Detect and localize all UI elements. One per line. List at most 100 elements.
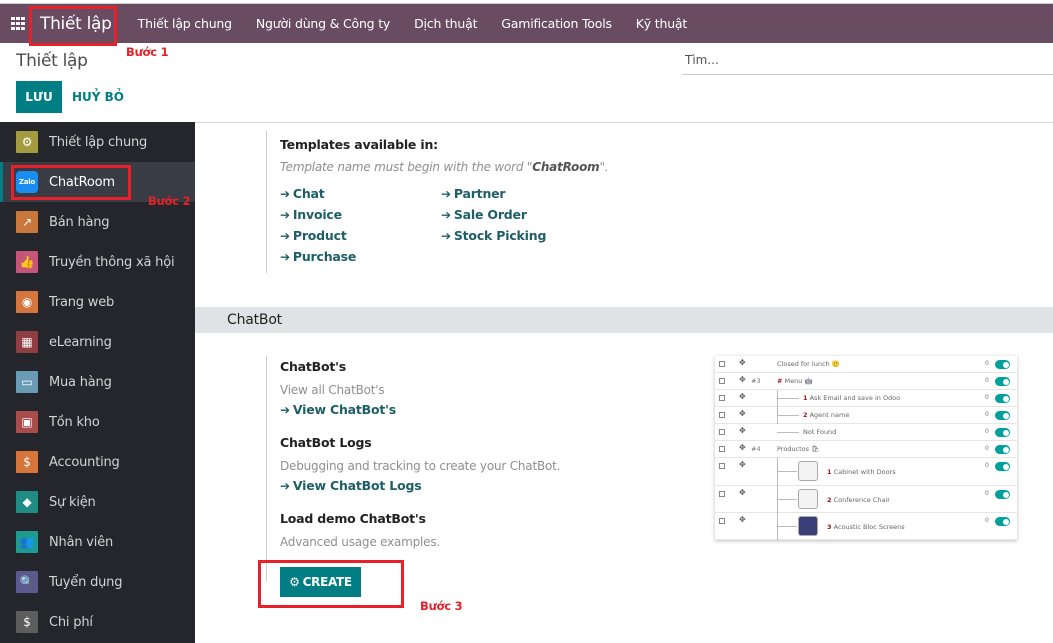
box-icon: ▣: [16, 411, 38, 433]
template-link-invoice[interactable]: ➔ Invoice: [280, 207, 441, 222]
preview-row: ✥ 1 Ask Email and save in Odoo 0: [715, 390, 1017, 407]
active-toggle: [995, 394, 1010, 403]
sidebar-item-nh-n-vi-n[interactable]: 👥 Nhân viên: [0, 522, 195, 562]
arrow-right-icon: ➔: [280, 478, 290, 493]
active-toggle: [995, 360, 1010, 369]
chatbot-logs-description: Debugging and tracking to create your Ch…: [280, 459, 561, 473]
tree-connector: [777, 471, 797, 472]
drag-handle-icon: ✥: [739, 358, 746, 367]
product-thumbnail: [798, 516, 818, 536]
active-toggle: [995, 428, 1010, 437]
menu-translations[interactable]: Dịch thuật: [402, 16, 489, 31]
sidebar-item-trang-web[interactable]: ◉ Trang web: [0, 282, 195, 322]
arrow-right-icon: ➔: [441, 207, 451, 222]
arrow-right-icon: ➔: [441, 186, 451, 201]
template-link-purchase[interactable]: ➔ Purchase: [280, 249, 441, 264]
checkbox-icon: [719, 395, 725, 401]
ticket-icon: ◆: [16, 491, 38, 513]
view-chatbot-logs-link[interactable]: ➔ View ChatBot Logs: [280, 478, 560, 493]
view-chatbots-link[interactable]: ➔ View ChatBot's: [280, 402, 560, 417]
sidebar-item-label: Accounting: [49, 454, 120, 470]
sidebar-item-t-n-kho[interactable]: ▣ Tồn kho: [0, 402, 195, 442]
drag-handle-icon: ✥: [739, 488, 746, 497]
sidebar-item-accounting[interactable]: $ Accounting: [0, 442, 195, 482]
sidebar-item-s-ki-n[interactable]: ◆ Sự kiện: [0, 482, 195, 522]
drag-handle-icon: ✥: [739, 515, 746, 524]
search-input[interactable]: Tìm...: [683, 51, 1053, 75]
checkbox-icon: [719, 463, 725, 469]
tree-connector: [777, 458, 778, 540]
arrow-right-icon: ➔: [280, 207, 290, 222]
highlight-step3: [258, 560, 404, 608]
sidebar-item-b-n-h-ng[interactable]: ↗ Bán hàng: [0, 202, 195, 242]
template-link-sale-order[interactable]: ➔ Sale Order: [441, 207, 546, 222]
drag-handle-icon: ✥: [739, 409, 746, 418]
users-icon: 👥: [16, 531, 38, 553]
preview-row: ✥ 3 Acoustic Bloc Screens 0: [715, 513, 1017, 540]
arrow-right-icon: ➔: [280, 186, 290, 201]
sidebar-item-label: eLearning: [49, 334, 112, 350]
templates-note-keyword: ChatRoom: [532, 160, 600, 174]
menu-users-companies[interactable]: Người dùng & Công ty: [244, 16, 402, 31]
sidebar-item-label: Nhân viên: [49, 534, 114, 550]
chart-trend-icon: ↗: [16, 211, 38, 233]
sidebar-item-label: Thiết lập chung: [49, 134, 148, 150]
menu-technical[interactable]: Kỹ thuật: [624, 16, 699, 31]
preview-row: ✥ 2 Agent name 0: [715, 407, 1017, 424]
template-link-chat[interactable]: ➔ Chat: [280, 186, 441, 201]
tree-connector: [777, 432, 799, 433]
tree-connector: [777, 415, 799, 416]
sidebar-item-tuy-n-d-ng[interactable]: 🔍 Tuyển dụng: [0, 562, 195, 602]
arrow-right-icon: ➔: [280, 402, 290, 417]
drag-handle-icon: ✥: [739, 426, 746, 435]
menu-general-settings[interactable]: Thiết lập chung: [126, 16, 244, 31]
active-toggle: [995, 445, 1010, 454]
tree-connector: [777, 398, 799, 399]
gear-icon: ⚙: [16, 131, 38, 153]
top-navbar: Thiết lập Thiết lập chung Người dùng & C…: [0, 3, 1053, 43]
sidebar-item-thi-t-l-p-chung[interactable]: ⚙ Thiết lập chung: [0, 122, 195, 162]
sidebar-item-label: Sự kiện: [49, 494, 96, 510]
checkbox-icon: [719, 429, 725, 435]
sidebar-item-truy-n-th-ng-x-h-i[interactable]: 👍 Truyền thông xã hội: [0, 242, 195, 282]
sidebar-item-label: Bán hàng: [49, 214, 110, 230]
arrow-right-icon: ➔: [280, 249, 290, 264]
step2-label: Bước 2: [148, 194, 191, 208]
presentation-icon: ▦: [16, 331, 38, 353]
menu-gamification-tools[interactable]: Gamification Tools: [489, 16, 624, 31]
highlight-step2: [11, 165, 131, 200]
sidebar-item-label: Truyền thông xã hội: [49, 254, 175, 270]
active-toggle: [995, 490, 1010, 499]
step3-label: Bước 3: [420, 599, 463, 613]
arrow-right-icon: ➔: [280, 228, 290, 243]
preview-row: ✥ Not Found 0: [715, 424, 1017, 441]
template-link-product[interactable]: ➔ Product: [280, 228, 441, 243]
product-thumbnail: [798, 489, 818, 509]
sidebar-item-mua-h-ng[interactable]: ▭ Mua hàng: [0, 362, 195, 402]
page-title: Thiết lập: [16, 51, 88, 71]
tree-connector: [777, 526, 797, 527]
credit-card-icon: ▭: [16, 371, 38, 393]
globe-icon: ◉: [16, 291, 38, 313]
sidebar-item-elearning[interactable]: ▦ eLearning: [0, 322, 195, 362]
template-link-partner[interactable]: ➔ Partner: [441, 186, 546, 201]
sidebar-item-label: Trang web: [49, 294, 115, 310]
templates-heading: Templates available in:: [280, 137, 438, 152]
step1-label: Bước 1: [126, 45, 169, 59]
search-user-icon: 🔍: [16, 571, 38, 593]
active-toggle: [995, 517, 1010, 526]
template-link-stock-picking[interactable]: ➔ Stock Picking: [441, 228, 546, 243]
checkbox-icon: [719, 518, 725, 524]
cancel-button[interactable]: HUỶ BỎ: [72, 81, 124, 113]
highlight-step1: [29, 6, 117, 46]
arrow-right-icon: ➔: [441, 228, 451, 243]
preview-row: ✥ #4 Productos 🛍 0: [715, 441, 1017, 458]
drag-handle-icon: ✥: [739, 443, 746, 452]
checkbox-icon: [719, 491, 725, 497]
checkbox-icon: [719, 412, 725, 418]
save-button[interactable]: LƯU: [16, 81, 62, 113]
sidebar-item-label: Mua hàng: [49, 374, 112, 390]
preview-row: ✥ Closed for lunch 🙂 0: [715, 356, 1017, 373]
sidebar-item-chi-ph-[interactable]: $ Chi phí: [0, 602, 195, 642]
tree-connector: [777, 499, 797, 500]
